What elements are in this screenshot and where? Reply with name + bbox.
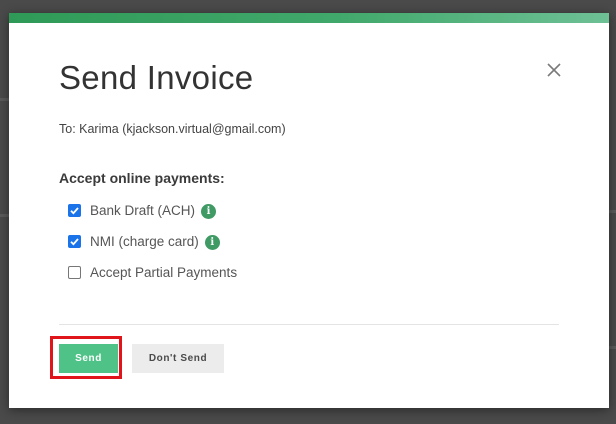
payments-heading: Accept online payments:	[59, 170, 225, 186]
close-icon	[547, 63, 561, 77]
option-nmi: NMI (charge card) i	[68, 232, 220, 250]
info-icon[interactable]: i	[204, 234, 220, 250]
option-bank-draft: Bank Draft (ACH) i	[68, 201, 217, 219]
background-strip	[609, 210, 616, 213]
bank-draft-checkbox[interactable]	[68, 203, 81, 217]
background-strip	[0, 98, 9, 101]
close-button[interactable]	[544, 60, 564, 80]
partial-payments-checkbox[interactable]	[68, 265, 81, 279]
dialog-accent-bar	[9, 13, 609, 23]
checkmark-icon	[70, 206, 79, 215]
option-partial-payments: Accept Partial Payments	[68, 263, 237, 281]
background-strip	[609, 346, 616, 349]
dont-send-button[interactable]: Don't Send	[132, 344, 224, 373]
send-invoice-dialog: Send Invoice To: Karima (kjackson.virtua…	[9, 13, 609, 408]
partial-payments-label[interactable]: Accept Partial Payments	[90, 265, 237, 280]
send-button[interactable]: Send	[59, 344, 118, 373]
recipient-line: To: Karima (kjackson.virtual@gmail.com)	[59, 122, 286, 136]
nmi-label[interactable]: NMI (charge card)	[90, 234, 199, 249]
footer-divider	[59, 324, 559, 325]
nmi-checkbox[interactable]	[68, 234, 81, 248]
bank-draft-label[interactable]: Bank Draft (ACH)	[90, 203, 195, 218]
dialog-title: Send Invoice	[59, 59, 254, 96]
checkmark-icon	[70, 237, 79, 246]
info-icon[interactable]: i	[201, 203, 217, 219]
background-strip	[0, 214, 9, 217]
